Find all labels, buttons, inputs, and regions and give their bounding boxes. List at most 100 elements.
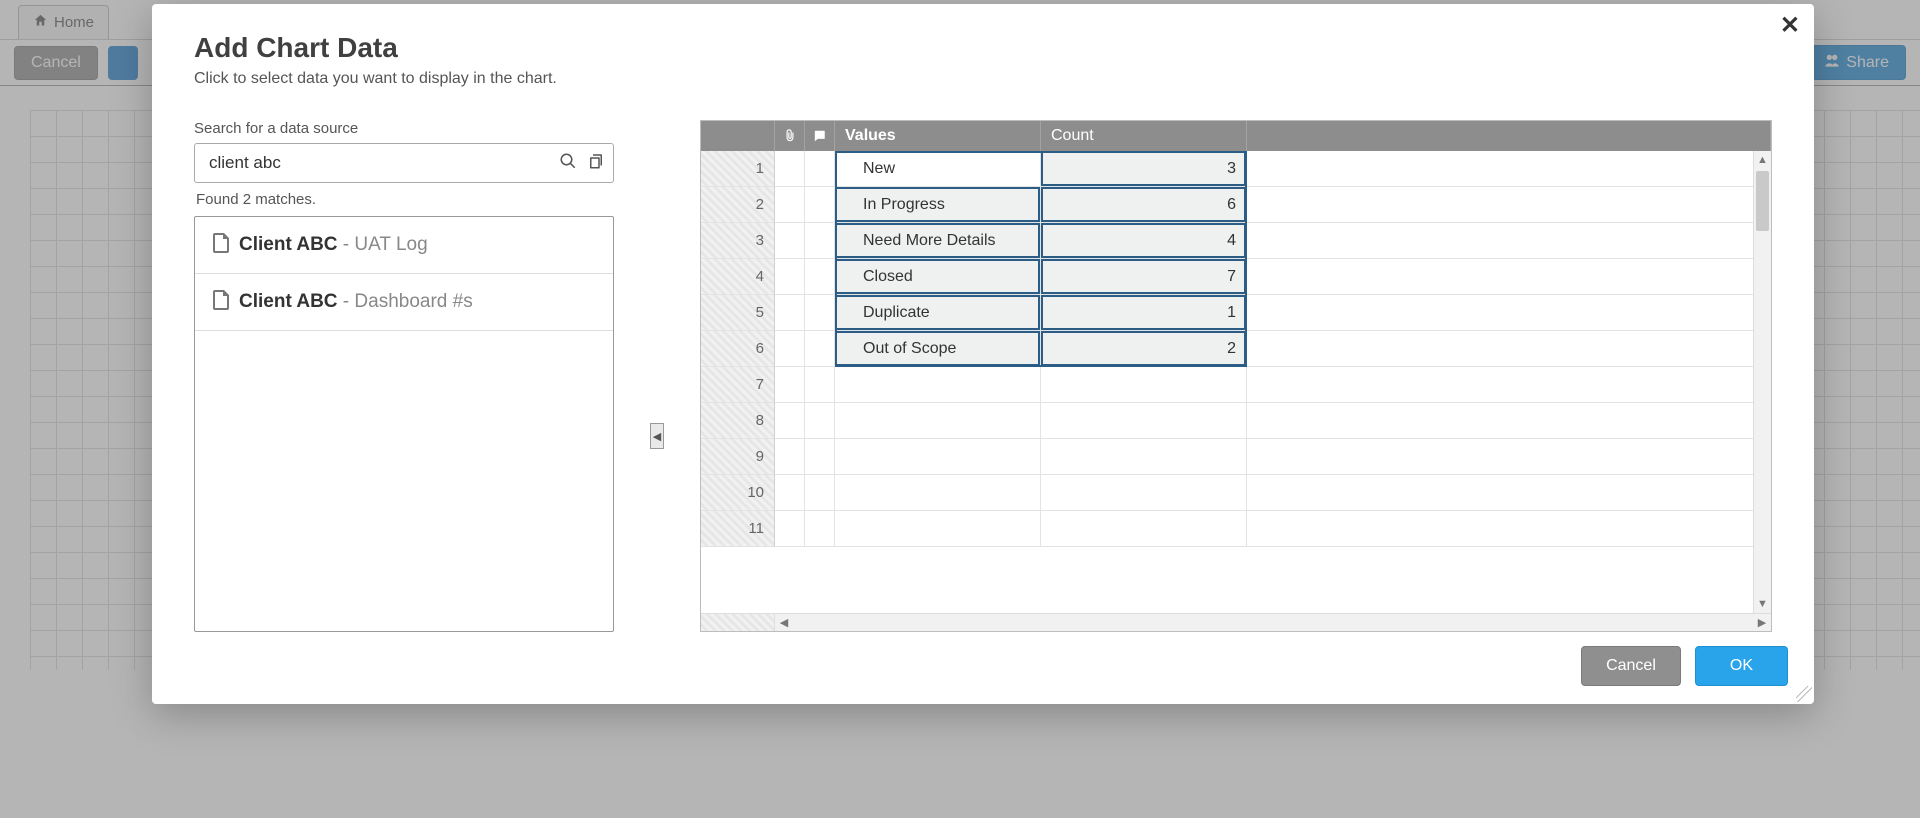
cell-empty[interactable]	[1247, 259, 1771, 294]
header-count[interactable]: Count	[1041, 121, 1247, 151]
cell-attachment[interactable]	[775, 151, 805, 186]
row-number[interactable]: 7	[701, 367, 775, 403]
cell-comment[interactable]	[805, 475, 835, 510]
cell-empty[interactable]	[1247, 367, 1771, 402]
cell-value[interactable]	[835, 403, 1041, 438]
result-name: Client ABC - Dashboard #s	[239, 291, 473, 313]
row-number[interactable]: 9	[701, 439, 775, 475]
cell-attachment[interactable]	[775, 187, 805, 222]
cell-count[interactable]: 4	[1041, 223, 1247, 258]
cell-comment[interactable]	[805, 511, 835, 546]
cell-value[interactable]	[835, 511, 1041, 546]
cell-comment[interactable]	[805, 403, 835, 438]
horizontal-scrollbar[interactable]: ◀ ▶	[701, 613, 1771, 631]
cell-empty[interactable]	[1247, 223, 1771, 258]
table-row[interactable]: Need More Details 4	[775, 223, 1771, 259]
row-number[interactable]: 3	[701, 223, 775, 259]
table-row[interactable]	[775, 403, 1771, 439]
row-number[interactable]: 1	[701, 151, 775, 187]
cell-attachment[interactable]	[775, 367, 805, 402]
row-number[interactable]: 5	[701, 295, 775, 331]
cell-count[interactable]	[1041, 511, 1247, 546]
cell-count[interactable]: 7	[1041, 259, 1247, 294]
scroll-down-icon[interactable]: ▼	[1754, 595, 1771, 613]
header-values[interactable]: Values	[835, 121, 1041, 151]
search-result-item[interactable]: Client ABC - Dashboard #s	[195, 274, 613, 331]
cell-count[interactable]	[1041, 475, 1247, 510]
cell-attachment[interactable]	[775, 223, 805, 258]
cell-comment[interactable]	[805, 295, 835, 330]
cell-count[interactable]	[1041, 403, 1247, 438]
cell-value[interactable]: Closed	[835, 259, 1041, 294]
cell-attachment[interactable]	[775, 403, 805, 438]
cell-comment[interactable]	[805, 151, 835, 186]
splitter-collapse-left[interactable]: ◀	[650, 423, 664, 449]
cell-comment[interactable]	[805, 223, 835, 258]
cell-empty[interactable]	[1247, 511, 1771, 546]
cell-empty[interactable]	[1247, 295, 1771, 330]
close-icon[interactable]: ✕	[1780, 14, 1800, 38]
table-row[interactable]: In Progress 6	[775, 187, 1771, 223]
scroll-left-icon[interactable]: ◀	[775, 616, 793, 629]
row-number[interactable]: 6	[701, 331, 775, 367]
cell-comment[interactable]	[805, 259, 835, 294]
cell-attachment[interactable]	[775, 259, 805, 294]
cell-attachment[interactable]	[775, 331, 805, 366]
cell-attachment[interactable]	[775, 511, 805, 546]
header-comment-icon[interactable]	[805, 121, 835, 151]
cell-attachment[interactable]	[775, 295, 805, 330]
cell-value[interactable]: Duplicate	[835, 295, 1041, 330]
cell-value[interactable]: Need More Details	[835, 223, 1041, 258]
header-attachment-icon[interactable]	[775, 121, 805, 151]
vertical-scrollbar[interactable]: ▲ ▼	[1753, 151, 1771, 613]
search-input[interactable]	[207, 152, 559, 174]
table-row[interactable]	[775, 367, 1771, 403]
cell-empty[interactable]	[1247, 439, 1771, 474]
cell-count[interactable]: 6	[1041, 187, 1247, 222]
cell-empty[interactable]	[1247, 331, 1771, 366]
cell-value[interactable]: New	[835, 151, 1041, 186]
row-number[interactable]: 10	[701, 475, 775, 511]
cell-comment[interactable]	[805, 367, 835, 402]
cell-value[interactable]	[835, 439, 1041, 474]
cell-empty[interactable]	[1247, 187, 1771, 222]
row-number[interactable]: 2	[701, 187, 775, 223]
scroll-thumb[interactable]	[1756, 171, 1769, 231]
cell-comment[interactable]	[805, 187, 835, 222]
cell-comment[interactable]	[805, 331, 835, 366]
cancel-button[interactable]: Cancel	[1581, 646, 1681, 686]
cell-attachment[interactable]	[775, 439, 805, 474]
table-row[interactable]: Out of Scope 2	[775, 331, 1771, 367]
cell-count[interactable]: 2	[1041, 331, 1247, 366]
row-number[interactable]: 11	[701, 511, 775, 547]
table-row[interactable]	[775, 475, 1771, 511]
search-icon[interactable]	[559, 152, 577, 174]
cell-value[interactable]	[835, 475, 1041, 510]
cell-count[interactable]	[1041, 439, 1247, 474]
cell-empty[interactable]	[1247, 403, 1771, 438]
table-row[interactable]: Duplicate 1	[775, 295, 1771, 331]
table-row[interactable]	[775, 439, 1771, 475]
copy-icon[interactable]	[587, 152, 605, 174]
cell-empty[interactable]	[1247, 475, 1771, 510]
scroll-up-icon[interactable]: ▲	[1754, 151, 1771, 169]
cell-attachment[interactable]	[775, 475, 805, 510]
table-row[interactable]: Closed 7	[775, 259, 1771, 295]
row-number[interactable]: 4	[701, 259, 775, 295]
ok-button[interactable]: OK	[1695, 646, 1788, 686]
row-number[interactable]: 8	[701, 403, 775, 439]
cell-empty[interactable]	[1247, 151, 1771, 186]
cell-count[interactable]: 1	[1041, 295, 1247, 330]
cell-count[interactable]	[1041, 367, 1247, 402]
scroll-right-icon[interactable]: ▶	[1753, 616, 1771, 629]
resize-grip-icon[interactable]	[1796, 686, 1812, 702]
cell-count[interactable]: 3	[1041, 151, 1247, 186]
cell-value[interactable]	[835, 367, 1041, 402]
cell-value[interactable]: Out of Scope	[835, 331, 1041, 366]
table-row[interactable]: New 3	[775, 151, 1771, 187]
table-row[interactable]	[775, 511, 1771, 547]
cell-value[interactable]: In Progress	[835, 187, 1041, 222]
cell-comment[interactable]	[805, 439, 835, 474]
search-result-item[interactable]: Client ABC - UAT Log	[195, 217, 613, 274]
header-corner[interactable]	[701, 121, 775, 151]
